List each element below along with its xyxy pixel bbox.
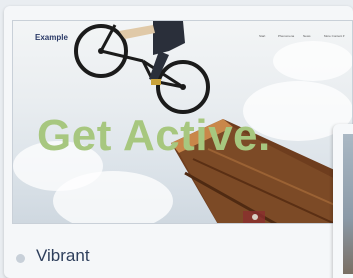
preview-nav-item-start: Start xyxy=(259,34,266,38)
theme-preview-image[interactable]: Example Start Phenomena News More Conten… xyxy=(12,20,353,224)
preview-nav-item-phenomena: Phenomena xyxy=(278,34,295,38)
theme-name: Vibrant xyxy=(36,246,90,265)
next-theme-card[interactable] xyxy=(333,124,353,278)
next-theme-preview-image xyxy=(343,134,353,274)
theme-caption-row[interactable]: Vibrant xyxy=(4,228,353,278)
preview-nav-item-news: News xyxy=(303,34,311,38)
theme-radio-indicator[interactable] xyxy=(16,254,25,263)
bmx-rider-graphic xyxy=(74,21,210,114)
preview-nav-item-more: More Content ▾ xyxy=(324,34,345,38)
preview-logo: Example xyxy=(35,33,68,42)
preview-headline: Get Active. xyxy=(37,111,271,160)
theme-card[interactable]: Example Start Phenomena News More Conten… xyxy=(4,6,353,278)
